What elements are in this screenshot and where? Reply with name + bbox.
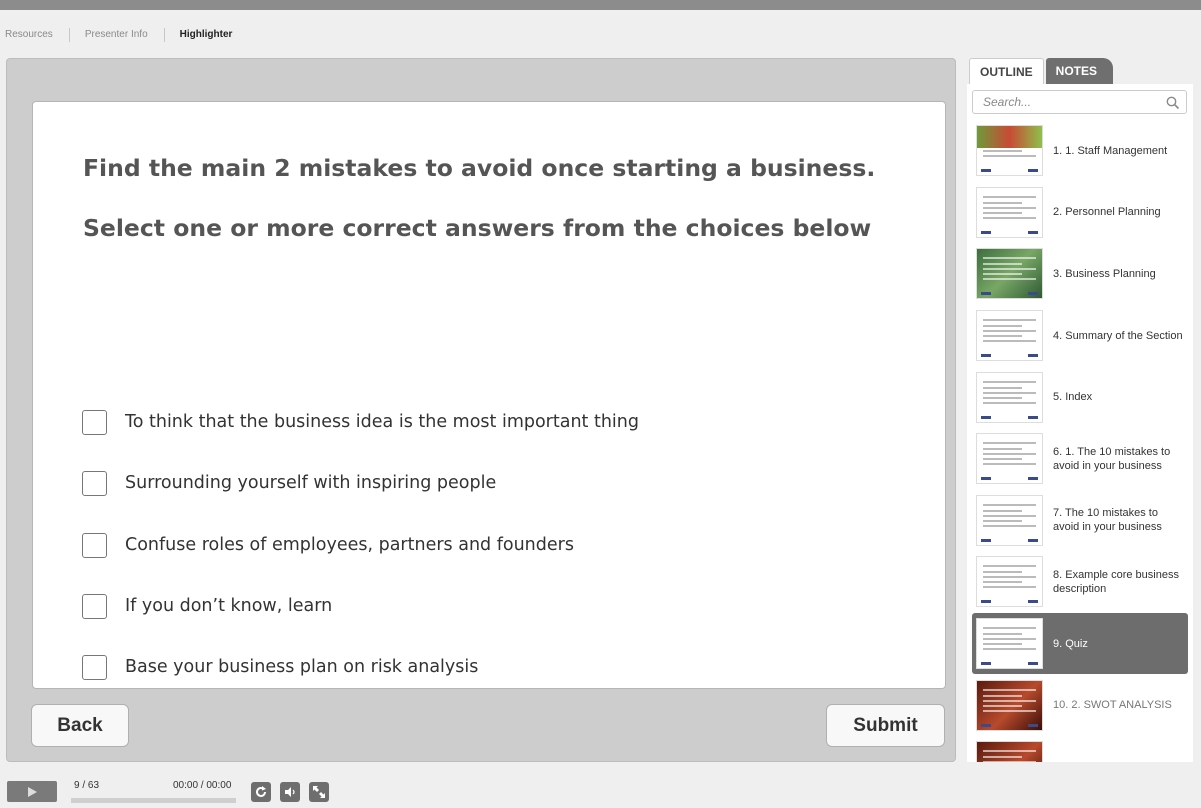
slide-thumbnail xyxy=(976,125,1043,177)
outline-slide-item[interactable]: 2. Personnel Planning xyxy=(972,182,1188,244)
slide-thumbnail xyxy=(976,248,1043,300)
question-instruction: Select one or more correct answers from … xyxy=(83,214,872,242)
outline-slide-item[interactable]: 8. Example core business description xyxy=(972,551,1188,613)
tab-notes[interactable]: NOTES xyxy=(1045,58,1114,84)
player-controls: 9 / 63 00:00 / 00:00 xyxy=(0,772,1201,808)
outline-slide-item[interactable]: 6. 1. The 10 mistakes to avoid in your b… xyxy=(972,428,1188,490)
choice-label[interactable]: To think that the business idea is the m… xyxy=(125,412,639,432)
outline-panel: 1. 1. Staff Management 2. Personnel Plann… xyxy=(967,84,1193,762)
slide-title: 5. Index xyxy=(1053,391,1093,404)
slide-counter: 9 / 63 xyxy=(74,780,100,791)
choice-checkbox[interactable] xyxy=(82,409,107,435)
choice-5[interactable]: Base your business plan on risk analysis xyxy=(82,654,478,680)
outline-slide-item[interactable]: 3. Business Planning xyxy=(972,243,1188,305)
slide-thumbnail xyxy=(976,618,1043,670)
volume-button[interactable] xyxy=(280,782,300,802)
slide-thumbnail xyxy=(976,371,1043,423)
outline-slide-item[interactable]: 4. Summary of the Section xyxy=(972,305,1188,367)
slide-thumbnail xyxy=(976,433,1043,485)
question-text: Find the main 2 mistakes to avoid once s… xyxy=(83,150,903,270)
question-card: Find the main 2 mistakes to avoid once s… xyxy=(32,101,946,689)
slide-title: 7. The 10 mistakes to avoid in your busi… xyxy=(1053,507,1162,534)
slide-title: 10. 2. SWOT ANALYSIS xyxy=(1053,699,1172,712)
choice-checkbox[interactable] xyxy=(82,532,107,558)
outline-slide-item[interactable]: 1. 1. Staff Management xyxy=(972,120,1188,182)
tab-presenter-info[interactable]: Presenter Info xyxy=(80,28,165,42)
choice-label[interactable]: Base your business plan on risk analysis xyxy=(125,657,478,677)
outline-slide-item[interactable]: 7. The 10 mistakes to avoid in your busi… xyxy=(972,490,1188,552)
time-display: 00:00 / 00:00 xyxy=(173,780,232,791)
slide-title: 1. 1. Staff Management xyxy=(1053,144,1168,157)
question-prompt: Find the main 2 mistakes to avoid once s… xyxy=(83,154,876,182)
fullscreen-button[interactable] xyxy=(309,782,329,802)
outline-slide-item[interactable]: 9. Quiz xyxy=(972,612,1188,675)
slide-thumbnail xyxy=(976,494,1043,546)
choice-4[interactable]: If you don’t know, learn xyxy=(82,593,332,619)
slide-thumbnail xyxy=(976,679,1043,731)
volume-icon xyxy=(285,787,295,797)
choice-label[interactable]: Surrounding yourself with inspiring peop… xyxy=(125,473,496,493)
choice-label[interactable]: If you don’t know, learn xyxy=(125,596,332,616)
sidebar: OUTLINE NOTES 1. 1. Staff Management 2. P… xyxy=(967,58,1193,762)
slide-title: 9. Quiz xyxy=(1053,637,1088,650)
outline-slide-item[interactable]: 5. Index xyxy=(972,366,1188,428)
progress-bar[interactable] xyxy=(71,798,236,803)
choice-1[interactable]: To think that the business idea is the m… xyxy=(82,409,639,435)
outline-slide-item[interactable]: 10. 2. SWOT ANALYSIS xyxy=(972,674,1188,736)
choice-2[interactable]: Surrounding yourself with inspiring peop… xyxy=(82,470,496,496)
tab-highlighter[interactable]: Highlighter xyxy=(175,28,249,42)
choice-checkbox[interactable] xyxy=(82,470,107,496)
slide-title: 4. Summary of the Section xyxy=(1053,329,1183,342)
slide-title: 3. Business Planning xyxy=(1053,267,1156,280)
slide-thumbnail xyxy=(976,741,1043,762)
slide-thumbnail xyxy=(976,556,1043,608)
resource-tabbar: Resources Presenter Info Highlighter xyxy=(0,27,258,43)
tab-outline[interactable]: OUTLINE xyxy=(969,58,1044,84)
replay-icon xyxy=(256,786,266,797)
choice-checkbox[interactable] xyxy=(82,654,107,680)
back-button[interactable]: Back xyxy=(31,704,129,747)
search-input[interactable] xyxy=(983,95,1153,109)
outline-list: 1. 1. Staff Management 2. Personnel Plann… xyxy=(972,120,1188,762)
tab-resources[interactable]: Resources xyxy=(0,28,70,42)
sidebar-tabs: OUTLINE NOTES xyxy=(969,58,1114,84)
search-icon[interactable] xyxy=(1166,96,1180,110)
slide-title: 11. SWOT ANALYSIS xyxy=(1053,760,1183,762)
slide-thumbnail xyxy=(976,310,1043,362)
slide-title: 6. 1. The 10 mistakes to avoid in your b… xyxy=(1053,445,1171,472)
replay-button[interactable] xyxy=(251,782,271,802)
choice-checkbox[interactable] xyxy=(82,593,107,619)
play-icon xyxy=(28,786,37,797)
slide-title: 2. Personnel Planning xyxy=(1053,206,1161,219)
choice-3[interactable]: Confuse roles of employees, partners and… xyxy=(82,532,574,558)
slide-title: 8. Example core business description xyxy=(1053,568,1179,595)
play-button[interactable] xyxy=(7,781,57,802)
fullscreen-icon xyxy=(313,786,325,798)
submit-button[interactable]: Submit xyxy=(826,704,945,747)
slide-thumbnail xyxy=(976,186,1043,238)
slide-stage: Find the main 2 mistakes to avoid once s… xyxy=(6,58,956,762)
outline-slide-item[interactable]: 11. SWOT ANALYSIS xyxy=(972,736,1188,762)
choice-label[interactable]: Confuse roles of employees, partners and… xyxy=(125,535,574,555)
top-strip xyxy=(0,0,1201,10)
search-box[interactable] xyxy=(972,90,1187,114)
